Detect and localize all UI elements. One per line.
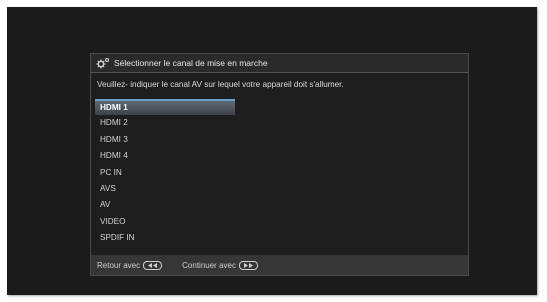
- channel-list: HDMI 1 HDMI 2 HDMI 3 HDMI 4 PC IN AVS AV…: [95, 99, 235, 247]
- gear-icon: [96, 58, 109, 69]
- back-label: Retour avec: [97, 260, 141, 270]
- power-on-channel-dialog: Sélectionner le canal de mise en marche …: [90, 53, 469, 276]
- channel-item-spdif-in[interactable]: SPDIF IN: [95, 230, 235, 246]
- dialog-body: Veuillez- indiquer le canal AV sur leque…: [91, 73, 468, 255]
- fast-forward-button-icon: [238, 260, 258, 270]
- tv-screen: Sélectionner le canal de mise en marche …: [7, 7, 537, 295]
- instruction-text: Veuillez- indiquer le canal AV sur leque…: [97, 80, 344, 89]
- continue-label: Continuer avec: [182, 260, 236, 270]
- channel-item-avs[interactable]: AVS: [95, 181, 235, 197]
- channel-item-av[interactable]: AV: [95, 197, 235, 213]
- dialog-title: Sélectionner le canal de mise en marche: [114, 58, 268, 68]
- back-hint[interactable]: Retour avec: [97, 260, 163, 270]
- rewind-button-icon: [143, 260, 163, 270]
- channel-item-hdmi-2[interactable]: HDMI 2: [95, 115, 235, 131]
- channel-item-pc-in[interactable]: PC IN: [95, 165, 235, 181]
- page: Sélectionner le canal de mise en marche …: [0, 0, 547, 302]
- dialog-title-bar: Sélectionner le canal de mise en marche: [91, 54, 468, 73]
- channel-item-hdmi-1[interactable]: HDMI 1: [95, 99, 235, 116]
- channel-item-video[interactable]: VIDEO: [95, 214, 235, 230]
- channel-item-hdmi-3[interactable]: HDMI 3: [95, 132, 235, 148]
- continue-hint[interactable]: Continuer avec: [182, 260, 258, 270]
- channel-item-hdmi-4[interactable]: HDMI 4: [95, 148, 235, 164]
- dialog-footer: Retour avec Continuer avec: [91, 255, 468, 275]
